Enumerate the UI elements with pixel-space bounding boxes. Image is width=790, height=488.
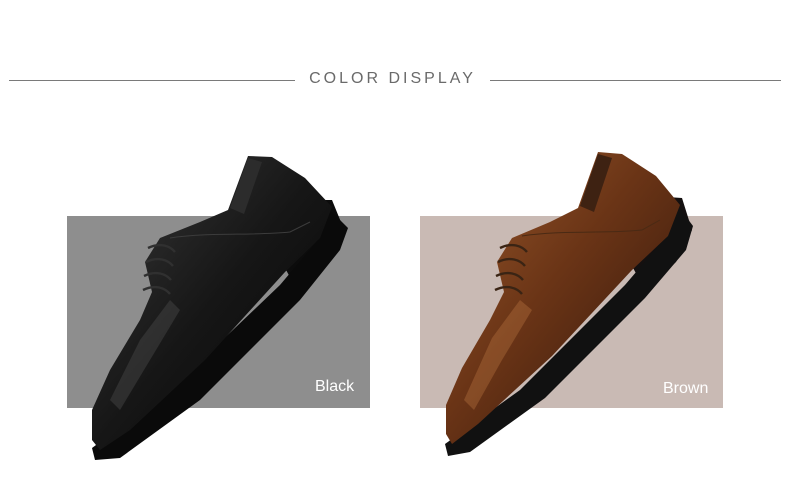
- brown-shoe-image: [445, 152, 693, 456]
- color-label-brown: Brown: [663, 380, 709, 397]
